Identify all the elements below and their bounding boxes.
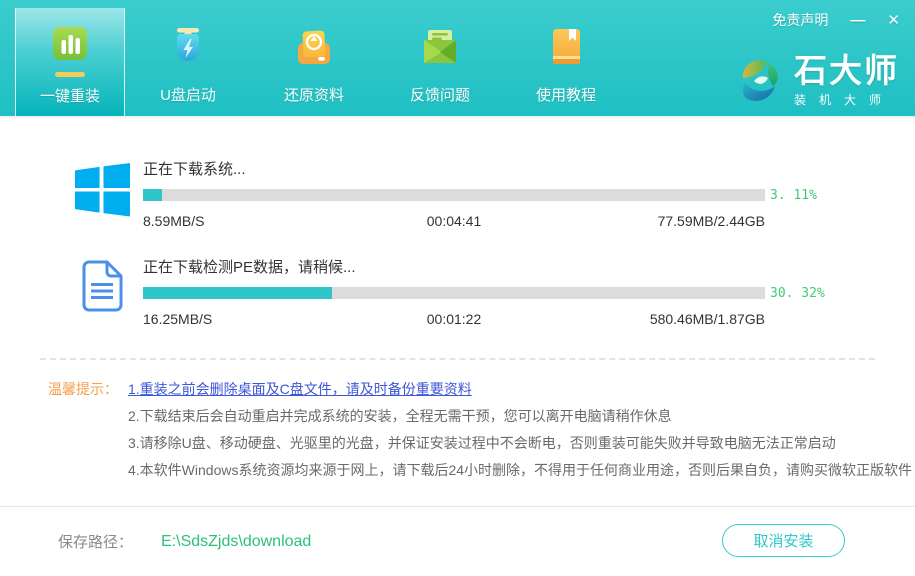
progress-bar: 30. 32% [143, 287, 765, 299]
close-icon[interactable]: ✕ [887, 13, 900, 28]
cancel-install-button[interactable]: 取消安装 [722, 524, 845, 557]
progress-percent: 3. 11% [770, 188, 817, 203]
download-title: 正在下载检测PE数据，请稍候... [143, 256, 765, 277]
tab-label: 反馈问题 [410, 84, 470, 105]
download-row-pe: 正在下载检测PE数据，请稍候... 30. 32% 16.25MB/S 00:0… [75, 254, 915, 328]
tab-label: 一键重装 [40, 85, 100, 106]
dashed-separator [40, 358, 875, 360]
windows-logo-icon [75, 162, 130, 217]
footer-bar: 保存路径： E:\SdsZjds\download 取消安装 [0, 506, 915, 576]
tips-label: 温馨提示： [48, 376, 128, 484]
tab-label: 使用教程 [536, 84, 596, 105]
save-path-label: 保存路径： [58, 531, 133, 552]
minimize-icon[interactable]: — [850, 13, 865, 28]
download-body: 正在下载检测PE数据，请稍候... 30. 32% 16.25MB/S 00:0… [143, 254, 765, 328]
tip-item-2: 2.下载结束后会自动重启并完成系统的安装，全程无需干预，您可以离开电脑请稍作休息 [128, 403, 912, 430]
brand-text: 石大师 装机大师 [794, 54, 899, 108]
restore-box-icon [292, 26, 336, 70]
brand-logo: 石大师 装机大师 [734, 54, 899, 108]
download-title: 正在下载系统... [143, 158, 765, 179]
tip-item-1: 1.重装之前会删除桌面及C盘文件，请及时备份重要资料 [128, 376, 912, 403]
download-icon-cell [75, 254, 143, 328]
book-icon [544, 26, 588, 70]
tab-one-key-reinstall[interactable]: 一键重装 [15, 8, 125, 116]
brand-subtitle: 装机大师 [794, 91, 894, 108]
main-content: 正在下载系统... 3. 11% 8.59MB/S 00:04:41 77.59… [0, 118, 915, 484]
download-size: 77.59MB/2.44GB [658, 213, 765, 229]
download-time: 00:01:22 [427, 311, 482, 327]
tab-tutorial[interactable]: 使用教程 [503, 0, 629, 116]
active-tab-underline [55, 72, 85, 77]
bar-chart-icon [48, 24, 92, 68]
disclaimer-link[interactable]: 免责声明 [772, 10, 828, 30]
download-stats: 16.25MB/S 00:01:22 580.46MB/1.87GB [143, 311, 765, 328]
document-icon [81, 260, 125, 312]
header-bar: 一键重装 U盘启动 [0, 0, 915, 118]
download-icon-cell [75, 156, 143, 230]
tip-item-4: 4.本软件Windows系统资源均来源于网上，请下载后24小时删除，不得用于任何… [128, 457, 912, 484]
download-stats: 8.59MB/S 00:04:41 77.59MB/2.44GB [143, 213, 765, 230]
download-time: 00:04:41 [427, 213, 482, 229]
tips-section: 温馨提示： 1.重装之前会删除桌面及C盘文件，请及时备份重要资料 2.下载结束后… [48, 376, 915, 484]
tab-restore-data[interactable]: 还原资料 [251, 0, 377, 116]
download-speed: 16.25MB/S [143, 311, 212, 327]
app-window: 一键重装 U盘启动 [0, 0, 915, 576]
tips-list: 1.重装之前会删除桌面及C盘文件，请及时备份重要资料 2.下载结束后会自动重启并… [128, 376, 912, 484]
download-row-system: 正在下载系统... 3. 11% 8.59MB/S 00:04:41 77.59… [75, 156, 915, 230]
brand-emblem-icon [734, 54, 786, 108]
tab-label: 还原资料 [284, 84, 344, 105]
save-path-value: E:\SdsZjds\download [161, 533, 311, 551]
progress-percent: 30. 32% [770, 286, 825, 301]
download-speed: 8.59MB/S [143, 213, 204, 229]
progress-bar: 3. 11% [143, 189, 765, 201]
brand-name: 石大师 [794, 54, 899, 87]
progress-bar-fill [143, 287, 332, 299]
download-size: 580.46MB/1.87GB [650, 311, 765, 327]
tip-item-3: 3.请移除U盘、移动硬盘、光驱里的光盘，并保证安装过程中不会断电，否则重装可能失… [128, 430, 912, 457]
tab-usb-boot[interactable]: U盘启动 [125, 0, 251, 116]
window-controls: 免责声明 — ✕ [772, 10, 900, 30]
envelope-icon [418, 26, 462, 70]
usb-drive-icon [166, 26, 210, 70]
download-body: 正在下载系统... 3. 11% 8.59MB/S 00:04:41 77.59… [143, 156, 765, 230]
tab-feedback[interactable]: 反馈问题 [377, 0, 503, 116]
progress-bar-fill [143, 189, 162, 201]
tab-label: U盘启动 [160, 84, 216, 105]
